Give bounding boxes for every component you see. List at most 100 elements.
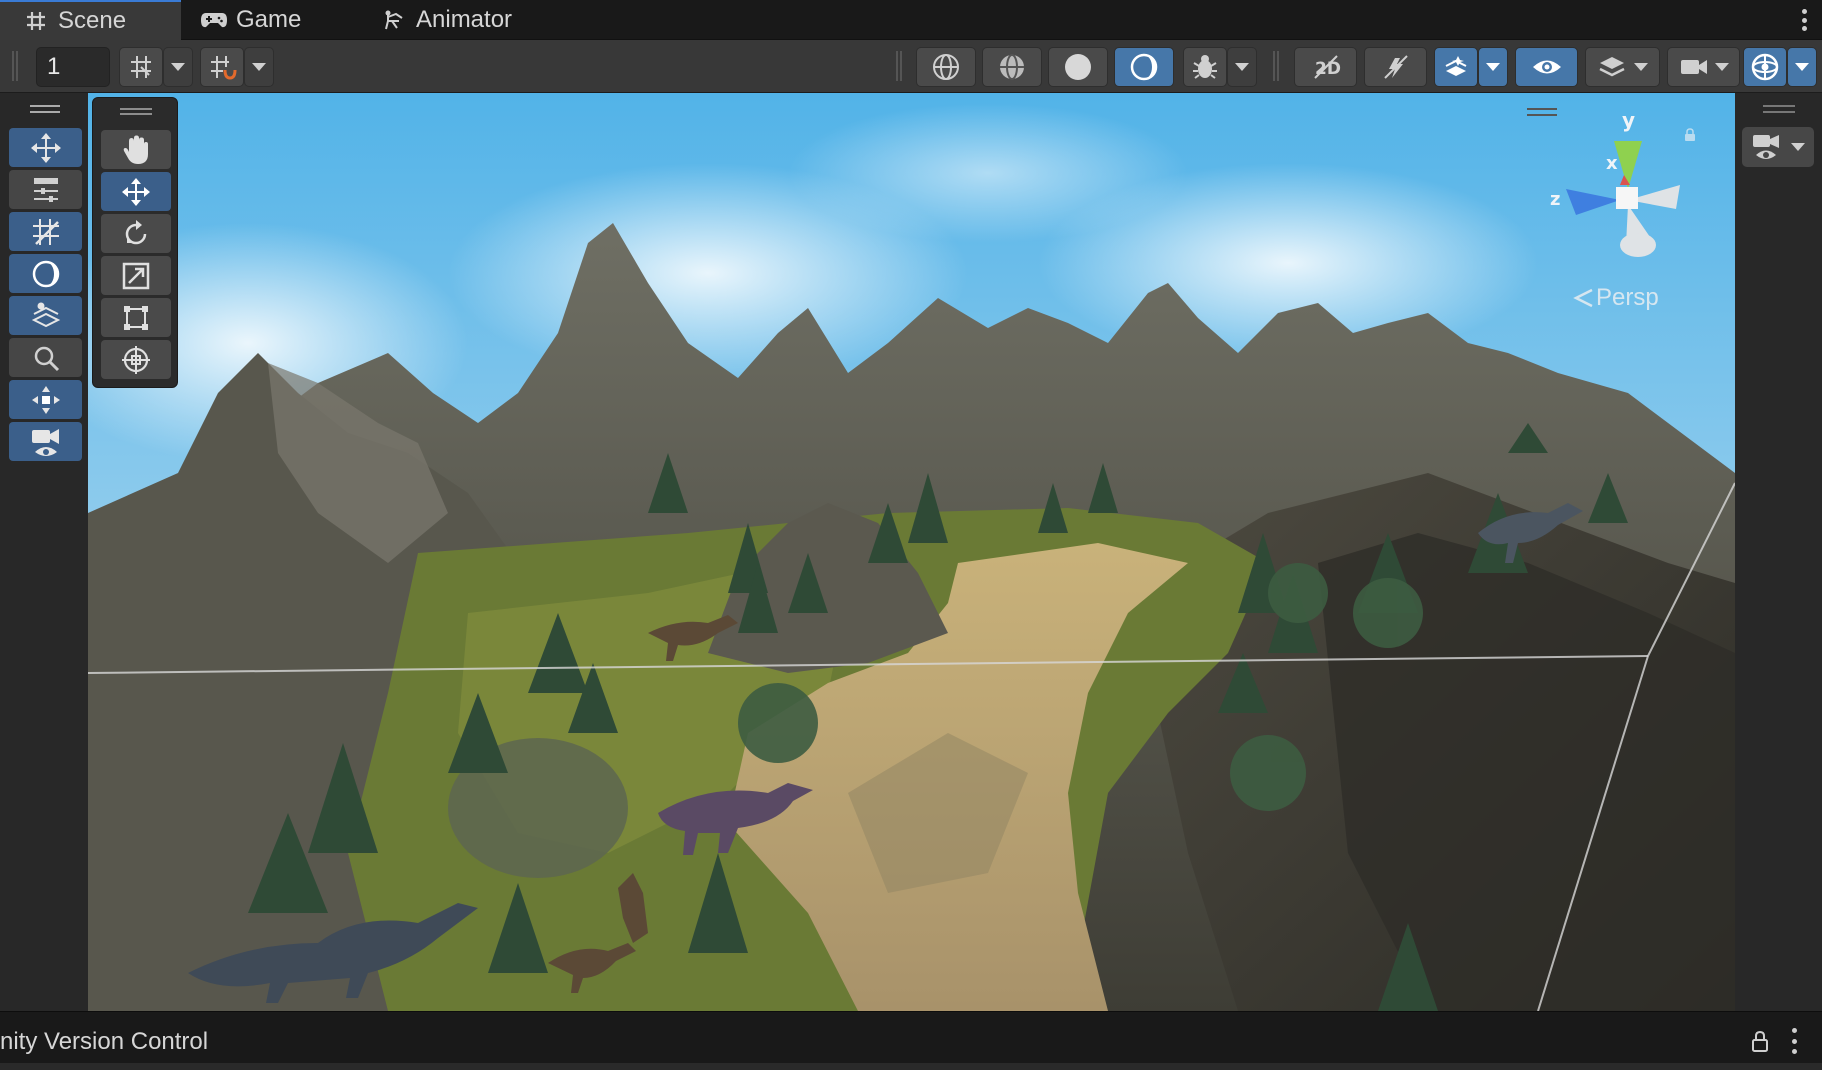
tab-scene[interactable]: Scene (0, 0, 181, 40)
shaded-sphere-icon (1065, 54, 1091, 80)
orientation-icon (31, 385, 60, 414)
chevron-down-icon (1235, 63, 1249, 71)
bug-icon (1193, 55, 1217, 79)
gizmo-center-cube (1616, 187, 1638, 209)
cloud (788, 103, 1188, 243)
transform-tools-overlay-button[interactable] (9, 128, 82, 167)
palette-drag-handle[interactable] (120, 108, 152, 115)
effects-layers-icon (1445, 56, 1467, 76)
version-control-tab[interactable]: nity Version Control (0, 1028, 208, 1056)
camera-overlay-dropdown[interactable] (1742, 127, 1814, 167)
eye-icon (1532, 60, 1561, 74)
increment-snap-button[interactable] (200, 47, 244, 87)
view-sphere-icon (32, 260, 59, 287)
toolbar-grip-icon[interactable] (12, 51, 18, 81)
move-arrows-icon (122, 177, 150, 206)
search-overlay-button[interactable] (9, 338, 82, 377)
perspective-icon (1573, 288, 1593, 308)
wireframe-shading-button[interactable] (916, 47, 976, 87)
orientation-gizmo[interactable]: y x z (1530, 105, 1690, 305)
gizmos-dropdown[interactable] (1787, 47, 1817, 87)
gizmos-globe-icon (1751, 53, 1779, 81)
grid-size-input[interactable]: 1 (36, 47, 110, 87)
projection-toggle[interactable]: Persp (1572, 284, 1659, 312)
grid-snap-button[interactable] (119, 47, 163, 87)
move-tool-button[interactable] (101, 172, 171, 211)
gizmo-z-axis (1566, 189, 1620, 215)
2d-toggle-button[interactable]: 2D (1294, 47, 1357, 87)
camera-icon (1680, 60, 1707, 74)
rect-tool-button[interactable] (101, 298, 171, 337)
unity-scene-window: Scene Game Animator 1 2D y x z Persp nit… (0, 0, 1822, 1070)
scale-tool-button[interactable] (101, 256, 171, 295)
camera-dropdown[interactable] (1667, 47, 1740, 87)
status-bottom-edge (0, 1063, 1822, 1070)
svg-text:2D: 2D (1315, 59, 1341, 79)
grid-snap-icon (32, 218, 59, 245)
transform-tool-button[interactable] (101, 340, 171, 379)
hand-icon (123, 135, 148, 164)
tools-palette (92, 97, 178, 388)
grid-hash-icon (22, 7, 50, 35)
lighting-off-icon (1383, 55, 1408, 79)
scene-visibility-button[interactable] (1515, 47, 1578, 87)
grid-snap-dropdown[interactable] (163, 47, 193, 87)
gizmos-toggle-button[interactable] (1743, 47, 1787, 87)
unlit-shading-button[interactable] (1114, 47, 1174, 87)
tool-settings-overlay-button[interactable] (9, 170, 82, 209)
lock-icon[interactable] (1750, 1030, 1770, 1052)
effects-toggle-button[interactable] (1434, 47, 1478, 87)
animator-icon (380, 6, 408, 34)
debug-draw-dropdown[interactable] (1227, 47, 1257, 87)
effects-dropdown[interactable] (1478, 47, 1508, 87)
camera-overlay-icon (31, 428, 59, 456)
tab-animator[interactable]: Animator (380, 0, 550, 40)
2d-mode-icon: 2D (1313, 55, 1341, 79)
strip-drag-handle[interactable] (30, 105, 60, 113)
gizmo-y-label: y (1622, 108, 1635, 132)
right-overlay-strip (1735, 93, 1822, 1011)
orientation-overlay-button[interactable] (9, 380, 82, 419)
terrain-scene (88, 93, 1735, 1011)
more-menu-icon[interactable] (1789, 1028, 1799, 1054)
increment-snap-icon (211, 56, 237, 80)
scale-icon (122, 262, 150, 289)
more-menu-icon[interactable] (1798, 6, 1810, 34)
hand-tool-button[interactable] (101, 130, 171, 169)
view-options-overlay-button[interactable] (9, 254, 82, 293)
gamepad-icon (200, 6, 228, 34)
tab-label: Animator (416, 6, 513, 33)
toolbar-grip-icon[interactable] (896, 51, 902, 81)
projection-label: Persp (1596, 284, 1659, 311)
scene-viewport[interactable] (88, 93, 1735, 1011)
tab-label: Scene (58, 7, 127, 34)
status-bar: nity Version Control (0, 1011, 1822, 1070)
transform-icon (122, 345, 150, 374)
chevron-down-icon (1714, 63, 1729, 71)
shaded-wireframe-button[interactable] (982, 47, 1042, 87)
rotate-tool-button[interactable] (101, 214, 171, 253)
shaded-button[interactable] (1048, 47, 1108, 87)
tab-label: Game (236, 6, 302, 33)
increment-snap-dropdown[interactable] (244, 47, 274, 87)
left-overlay-strip (0, 93, 88, 1011)
grid-and-snap-overlay-button[interactable] (9, 212, 82, 251)
scene-toolbar: 1 2D (0, 40, 1822, 93)
chevron-down-icon (1486, 63, 1500, 71)
tool-settings-icon (33, 177, 58, 202)
layers-dropdown[interactable] (1585, 47, 1660, 87)
chevron-down-icon (1795, 63, 1809, 71)
rotate-icon (125, 219, 147, 244)
gizmo-x-label: x (1606, 153, 1618, 174)
toolbar-grip-icon[interactable] (1273, 51, 1279, 81)
strip-drag-handle[interactable] (1763, 105, 1795, 113)
tab-bar: Scene Game Animator (0, 0, 1822, 40)
effects-overlay-button[interactable] (9, 296, 82, 335)
tab-game[interactable]: Game (200, 0, 330, 40)
chevron-down-icon (252, 63, 266, 71)
lighting-toggle-button[interactable] (1364, 47, 1427, 87)
unlit-sphere-icon (1130, 53, 1158, 81)
debug-draw-button[interactable] (1183, 47, 1227, 87)
effects-layers-icon (31, 302, 60, 327)
camera-overlay-button[interactable] (9, 422, 82, 461)
